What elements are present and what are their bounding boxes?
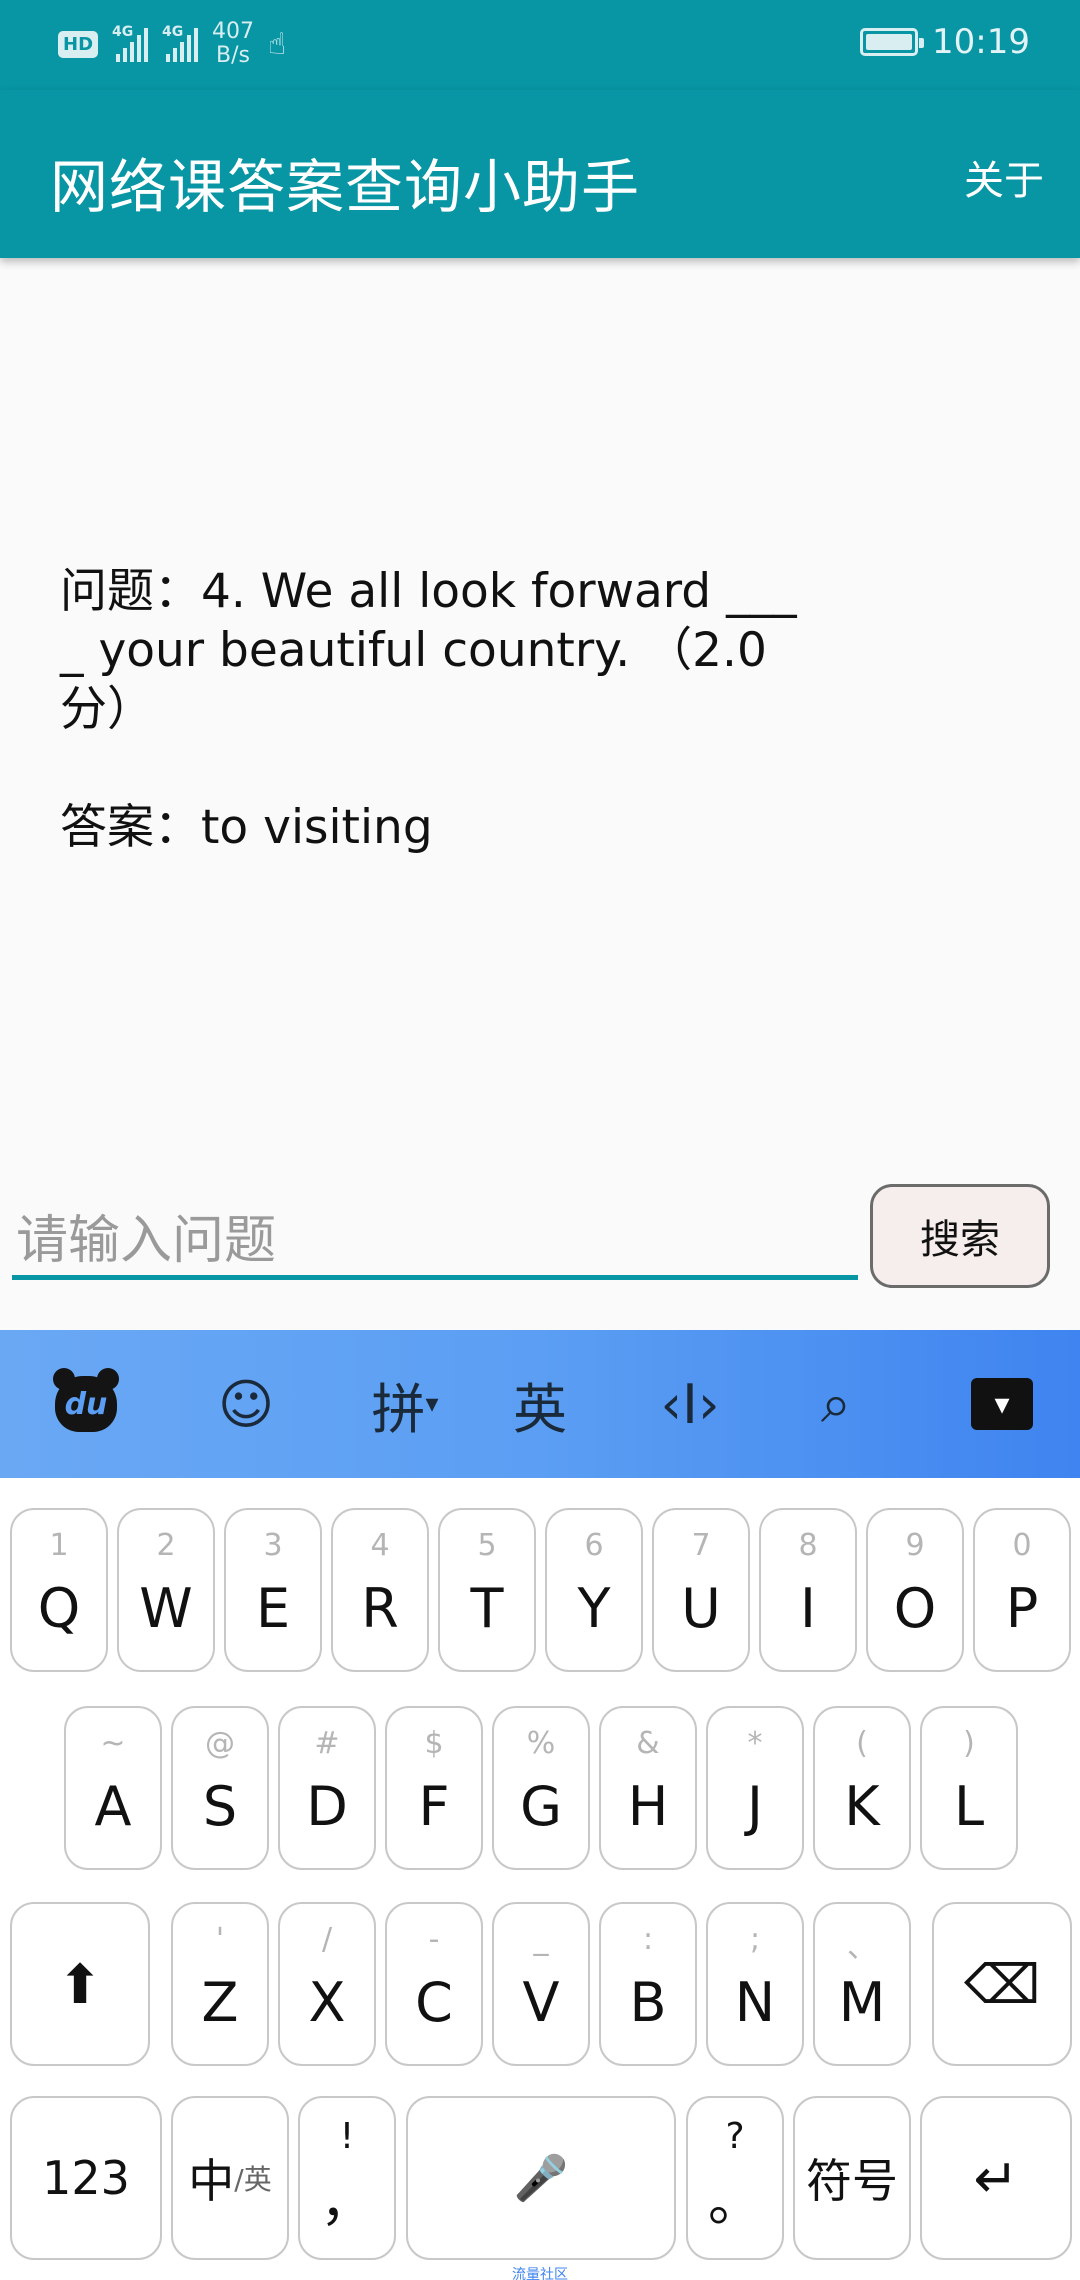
key-g[interactable]: % G: [492, 1706, 590, 1870]
key-h[interactable]: & H: [599, 1706, 697, 1870]
enter-key[interactable]: ↵: [920, 2096, 1072, 2260]
key-o[interactable]: 9O: [866, 1508, 964, 1672]
key-b[interactable]: :B: [599, 1902, 697, 2066]
microphone-icon: 🎤: [513, 2153, 569, 2204]
cursor-icon[interactable]: ‹I›: [640, 1330, 740, 1478]
touch-icon: ☝: [268, 26, 287, 62]
question-text: _ your beautiful country. （2.0: [60, 623, 767, 678]
key-e[interactable]: 3E: [224, 1508, 322, 1672]
shift-key[interactable]: ⬆: [10, 1902, 150, 2066]
answer-text: 答案：to visiting: [60, 800, 433, 855]
key-d[interactable]: # D: [278, 1706, 376, 1870]
keyboard: 1Q 2W 3E 4R 5T 6Y 7U 8I 9O 0P ~ A @ S # D $…: [0, 1478, 1080, 2280]
comma-key[interactable]: !，: [298, 2096, 396, 2260]
pinyin-mode-button[interactable]: 拼 ▾: [350, 1330, 460, 1478]
key-n[interactable]: ; N: [706, 1902, 804, 2066]
period-key[interactable]: ?。: [686, 2096, 784, 2260]
backspace-icon: ⌫: [963, 1952, 1041, 2016]
shift-icon: ⬆: [57, 1952, 103, 2016]
key-m[interactable]: 、 M: [813, 1902, 911, 2066]
question-text: 分）: [60, 682, 154, 737]
key-w[interactable]: 2W: [117, 1508, 215, 1672]
key-y[interactable]: 6Y: [545, 1508, 643, 1672]
app-title: 网络课答案查询小助手: [50, 153, 641, 221]
key-j[interactable]: * J: [706, 1706, 804, 1870]
hd-icon: HD: [58, 30, 99, 58]
clock: 10:19: [932, 22, 1030, 62]
key-u[interactable]: 7U: [652, 1508, 750, 1672]
search-button[interactable]: 搜索: [870, 1184, 1050, 1288]
key-k[interactable]: (K: [813, 1706, 911, 1870]
enter-icon: ↵: [973, 2146, 1019, 2210]
qa-result: 问题：4. We all look forward ___ _ your bea…: [60, 562, 800, 857]
english-mode-button[interactable]: 英: [490, 1330, 590, 1478]
about-button[interactable]: 关于: [964, 148, 1044, 206]
key-f[interactable]: $ F: [385, 1706, 483, 1870]
app-bar: 网络课答案查询小助手 关于: [0, 90, 1080, 258]
backspace-key[interactable]: ⌫: [932, 1902, 1072, 2066]
key-l[interactable]: ) L: [920, 1706, 1018, 1870]
search-input[interactable]: 请输入问题: [12, 1184, 858, 1280]
key-r[interactable]: 4R: [331, 1508, 429, 1672]
key-p[interactable]: 0P: [973, 1508, 1071, 1672]
keyboard-toolbar: du ☺ 拼 ▾ 英 ‹I› ⌕ ▾: [0, 1330, 1080, 1478]
emoji-icon[interactable]: ☺: [196, 1330, 296, 1478]
signal-icon: 4G: [112, 24, 149, 62]
watermark: 流量社区: [512, 2267, 568, 2280]
key-i[interactable]: 8I: [759, 1508, 857, 1672]
signal-icon: 4G: [162, 24, 199, 62]
hide-keyboard-icon[interactable]: ▾: [952, 1330, 1052, 1478]
key-a[interactable]: ~ A: [64, 1706, 162, 1870]
key-c[interactable]: -C: [385, 1902, 483, 2066]
language-switch-key[interactable]: 中/英: [171, 2096, 289, 2260]
question-text: 问题：4. We all look forward ___: [60, 564, 797, 619]
search-icon[interactable]: ⌕: [786, 1330, 886, 1478]
status-bar: HD 4G 4G 407 B/s ☝ 10:19: [0, 0, 1080, 90]
key-t[interactable]: 5T: [438, 1508, 536, 1672]
baidu-logo-icon[interactable]: du: [36, 1330, 136, 1478]
key-q[interactable]: 1Q: [10, 1508, 108, 1672]
battery-icon: [860, 28, 925, 56]
key-z[interactable]: ' Z: [171, 1902, 269, 2066]
key-v[interactable]: _ V: [492, 1902, 590, 2066]
number-key[interactable]: 123: [10, 2096, 162, 2260]
key-s[interactable]: @ S: [171, 1706, 269, 1870]
key-x[interactable]: / X: [278, 1902, 376, 2066]
space-key[interactable]: 🎤: [406, 2096, 676, 2260]
network-speed: 407 B/s: [212, 19, 255, 68]
symbols-key[interactable]: 符号: [793, 2096, 911, 2260]
